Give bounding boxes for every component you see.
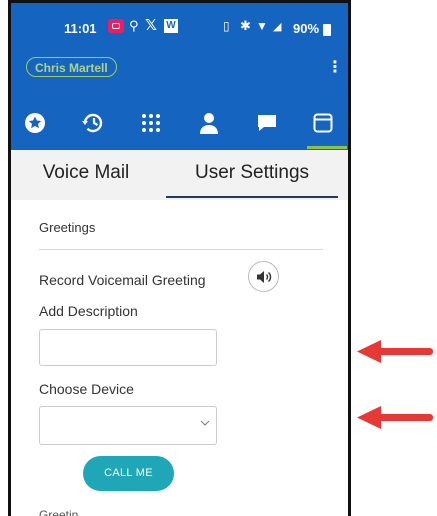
x-app-icon: 𝕏 [145, 17, 158, 34]
user-chip[interactable]: Chris Martell [26, 57, 117, 77]
history-icon[interactable] [77, 107, 109, 139]
next-section-title: Greetin [39, 508, 79, 516]
status-bar: 11:01 ⚲ 𝕏 W ▯ ✱ ▼ ◢ 90% [11, 15, 348, 45]
nav-bar [11, 103, 348, 145]
section-title: Greetings [39, 220, 96, 235]
add-description-label: Add Description [39, 303, 138, 319]
screen-record-icon [108, 19, 124, 33]
wifi-icon: ▼ [256, 19, 268, 33]
speaker-button[interactable] [248, 261, 279, 292]
phone-screen: 11:01 ⚲ 𝕏 W ▯ ✱ ▼ ◢ 90% Chris Martell ⋮ [8, 0, 351, 516]
description-input[interactable] [39, 329, 217, 366]
kebab-menu-icon[interactable]: ⋮ [327, 57, 343, 77]
divider [39, 249, 323, 250]
star-icon[interactable] [19, 107, 51, 139]
chat-icon[interactable] [251, 107, 283, 139]
record-greeting-label: Record Voicemail Greeting [39, 272, 206, 288]
tab-user-settings[interactable]: User Settings [166, 150, 338, 196]
app-header: 11:01 ⚲ 𝕏 W ▯ ✱ ▼ ◢ 90% Chris Martell ⋮ [11, 3, 348, 150]
annotation-arrow-description [357, 340, 433, 363]
dialpad-icon[interactable] [135, 107, 167, 139]
tab-voice-mail[interactable]: Voice Mail [11, 150, 161, 196]
tab-bar: Voice Mail User Settings [11, 150, 348, 198]
choose-device-label: Choose Device [39, 381, 134, 397]
battery-text: 90% [293, 21, 320, 36]
chevron-down-icon [200, 419, 210, 430]
call-me-button[interactable]: CALL ME [83, 456, 174, 491]
annotation-arrow-device [357, 406, 433, 429]
person-icon[interactable] [193, 107, 225, 139]
tab-active-indicator [166, 196, 338, 198]
nav-active-indicator [307, 146, 347, 149]
bluetooth-icon: ✱ [240, 18, 251, 33]
vibrate-icon: ▯ [223, 19, 230, 33]
location-icon: ⚲ [129, 18, 139, 33]
window-icon[interactable] [307, 107, 339, 139]
status-time: 11:01 [64, 21, 97, 36]
battery-icon [323, 24, 331, 36]
speaker-icon [256, 270, 271, 283]
signal-icon: ◢ [273, 21, 282, 33]
device-select[interactable] [39, 406, 217, 445]
settings-panel: Greetings Record Voicemail Greeting Add … [11, 200, 348, 516]
word-app-icon: W [164, 19, 178, 33]
